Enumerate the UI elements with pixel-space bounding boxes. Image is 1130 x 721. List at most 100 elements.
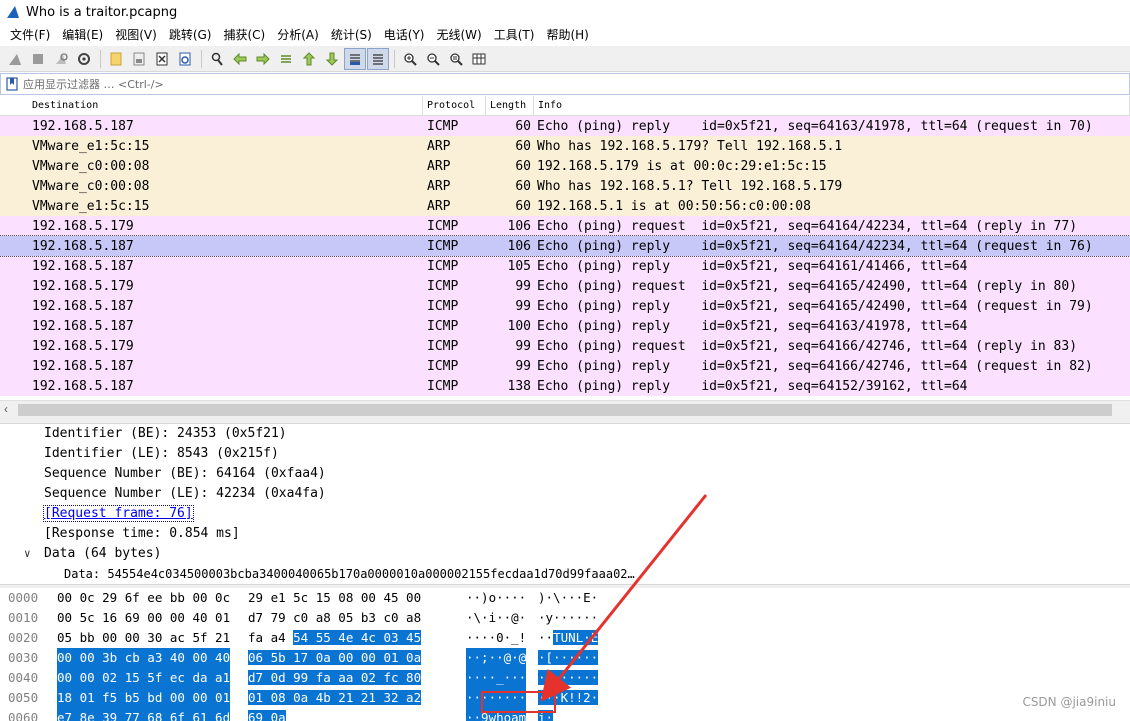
data-node-label: Data (64 bytes) [44,546,162,561]
shark-fin-icon [9,53,21,65]
menu-file[interactable]: 文件(F) [4,24,56,46]
ascii-right: )·\···E· [538,588,598,608]
menu-statistics[interactable]: 统计(S) [325,24,378,46]
find-packet-button[interactable] [206,48,228,70]
column-header-length[interactable]: Length [486,96,534,115]
watermark: CSDN @jia9iniu [1022,695,1116,709]
packet-protocol: ICMP [427,118,459,134]
packet-rows: 192.168.5.187 ICMP 60 Echo (ping) reply id=… [0,116,1130,396]
menu-wireless[interactable]: 无线(W) [431,24,488,46]
packet-info: 192.168.5.1 is at 00:50:56:c0:00:08 [537,198,811,214]
go-to-packet-button[interactable] [275,48,297,70]
last-packet-button[interactable] [321,48,343,70]
colorize-button[interactable] [367,47,389,70]
hex-bytes-plain: 06 5b 17 0a 00 00 01 0a [248,650,422,665]
start-capture-button[interactable] [4,48,26,70]
stop-capture-button[interactable] [27,48,49,70]
packet-destination: 192.168.5.179 [32,338,134,354]
detail-data-value[interactable]: Data: 54554e4c034500003bcba3400040065b17… [0,564,1130,584]
zoom-reset-button[interactable] [445,48,467,70]
toolbar-separator [394,49,395,68]
hex-bytes-left: 00 0c 29 6f ee bb 00 0c [57,590,231,605]
zoom-in-button[interactable] [399,48,421,70]
menu-edit[interactable]: 编辑(E) [56,24,109,46]
close-file-button[interactable] [151,48,173,70]
packet-row[interactable]: VMware_e1:5c:15 ARP 60 192.168.5.1 is at 00… [0,196,1130,216]
menu-go[interactable]: 跳转(G) [163,24,218,46]
packet-row[interactable]: VMware_c0:00:08 ARP 60 192.168.5.179 is at … [0,156,1130,176]
hex-bytes-plain: d7 0d 99 fa aa 02 fc 80 [248,670,422,685]
stop-icon [33,53,43,64]
reload-file-button[interactable] [174,48,196,70]
packet-destination: 192.168.5.187 [32,258,134,274]
packet-length: 100 [507,318,531,334]
packet-info: Echo (ping) reply id=0x5f21, seq=64165/4… [537,298,1093,314]
close-file-icon [156,52,168,65]
capture-options-button[interactable] [73,48,95,70]
packet-row[interactable]: 192.168.5.187 ICMP 99 Echo (ping) reply id=… [0,356,1130,376]
packet-row[interactable]: 192.168.5.187 ICMP 138 Echo (ping) reply id… [0,376,1130,396]
scrollbar-thumb[interactable] [18,404,1112,416]
hex-bytes-left: 05 bb 00 00 30 ac 5f 21 [57,630,231,645]
first-packet-button[interactable] [298,48,320,70]
menu-tools[interactable]: 工具(T) [488,24,541,46]
open-file-button[interactable] [105,48,127,70]
restart-capture-button[interactable] [50,48,72,70]
scroll-left-arrow-icon[interactable]: ‹ [4,402,8,416]
hex-bytes-right: 06 5b 17 0a 00 00 01 0a [248,648,422,668]
display-filter-input[interactable] [23,74,1129,94]
packet-length: 138 [507,378,531,394]
packet-destination: VMware_e1:5c:15 [32,198,150,214]
detail-seq-be[interactable]: Sequence Number (BE): 64164 (0xfaa4) [0,464,1130,484]
request-frame-text[interactable]: [Request frame: 76] [43,505,194,522]
packet-length: 106 [507,218,531,234]
packet-row[interactable]: 192.168.5.187 ICMP 100 Echo (ping) reply id… [0,316,1130,336]
packet-info: Echo (ping) reply id=0x5f21, seq=64163/4… [537,118,1093,134]
packet-info: Echo (ping) request id=0x5f21, seq=64165… [537,278,1078,294]
detail-seq-le[interactable]: Sequence Number (LE): 42234 (0xa4fa) [0,484,1130,504]
chevron-down-icon[interactable]: ∨ [24,544,44,564]
column-header-protocol[interactable]: Protocol [423,96,486,115]
ascii-plain: ·[······ [538,650,599,665]
packet-length: 60 [515,118,531,134]
packet-details: Identifier (BE): 24353 (0x5f21) Identifi… [0,424,1130,584]
toolbar-separator [201,49,202,68]
go-forward-button[interactable] [252,48,274,70]
packet-row[interactable]: 192.168.5.187 ICMP 60 Echo (ping) reply id=… [0,116,1130,136]
binary-file-icon [133,52,145,65]
packet-row[interactable]: VMware_c0:00:08 ARP 60 Who has 192.168.5.1?… [0,176,1130,196]
hex-dump-pane: 0000 00 0c 29 6f ee bb 00 0c 29 e1 5c 15 0… [0,588,1130,721]
packet-row[interactable]: 192.168.5.187 ICMP 105 Echo (ping) reply id… [0,256,1130,276]
bookmark-icon[interactable] [5,77,19,91]
packet-info: Echo (ping) reply id=0x5f21, seq=64163/4… [537,318,968,334]
arrow-down-icon [325,52,339,66]
detail-identifier-be[interactable]: Identifier (BE): 24353 (0x5f21) [0,424,1130,444]
packet-row[interactable]: 192.168.5.187 ICMP 99 Echo (ping) reply id=… [0,296,1130,316]
packet-list: Destination Protocol Length Info 192.168… [0,96,1130,400]
menu-analyze[interactable]: 分析(A) [271,24,325,46]
packet-row[interactable]: 192.168.5.179 ICMP 99 Echo (ping) request i… [0,276,1130,296]
packet-row-selected[interactable]: 192.168.5.187 ICMP 106 Echo (ping) reply id… [0,235,1130,257]
zoom-out-button[interactable] [422,48,444,70]
packet-row[interactable]: 192.168.5.179 ICMP 106 Echo (ping) request … [0,216,1130,236]
menu-telephony[interactable]: 电话(Y) [378,24,431,46]
detail-data-node[interactable]: ∨ Data (64 bytes) [0,544,1130,564]
save-file-button[interactable] [128,48,150,70]
resize-columns-button[interactable] [468,48,490,70]
menu-view[interactable]: 视图(V) [109,24,163,46]
packet-list-hscrollbar[interactable]: ‹ [0,400,1130,418]
column-header-destination[interactable]: Destination [0,96,423,115]
go-back-button[interactable] [229,48,251,70]
request-frame-link[interactable]: [Request frame: 76] [0,504,1130,524]
detail-identifier-le[interactable]: Identifier (LE): 8543 (0x215f) [0,444,1130,464]
column-header-info[interactable]: Info [534,96,1130,115]
menu-help[interactable]: 帮助(H) [540,24,594,46]
hex-offset: 0020 [8,630,39,645]
autoscroll-button[interactable] [344,47,366,70]
menu-capture[interactable]: 捕获(C) [217,24,271,46]
packet-row[interactable]: 192.168.5.179 ICMP 99 Echo (ping) request i… [0,336,1130,356]
ascii-left: ····0·_! [466,630,527,645]
packet-row[interactable]: VMware_e1:5c:15 ARP 60 Who has 192.168.5.17… [0,136,1130,156]
detail-response-time[interactable]: [Response time: 0.854 ms] [0,524,1130,544]
hex-offset: 0000 [8,590,39,605]
